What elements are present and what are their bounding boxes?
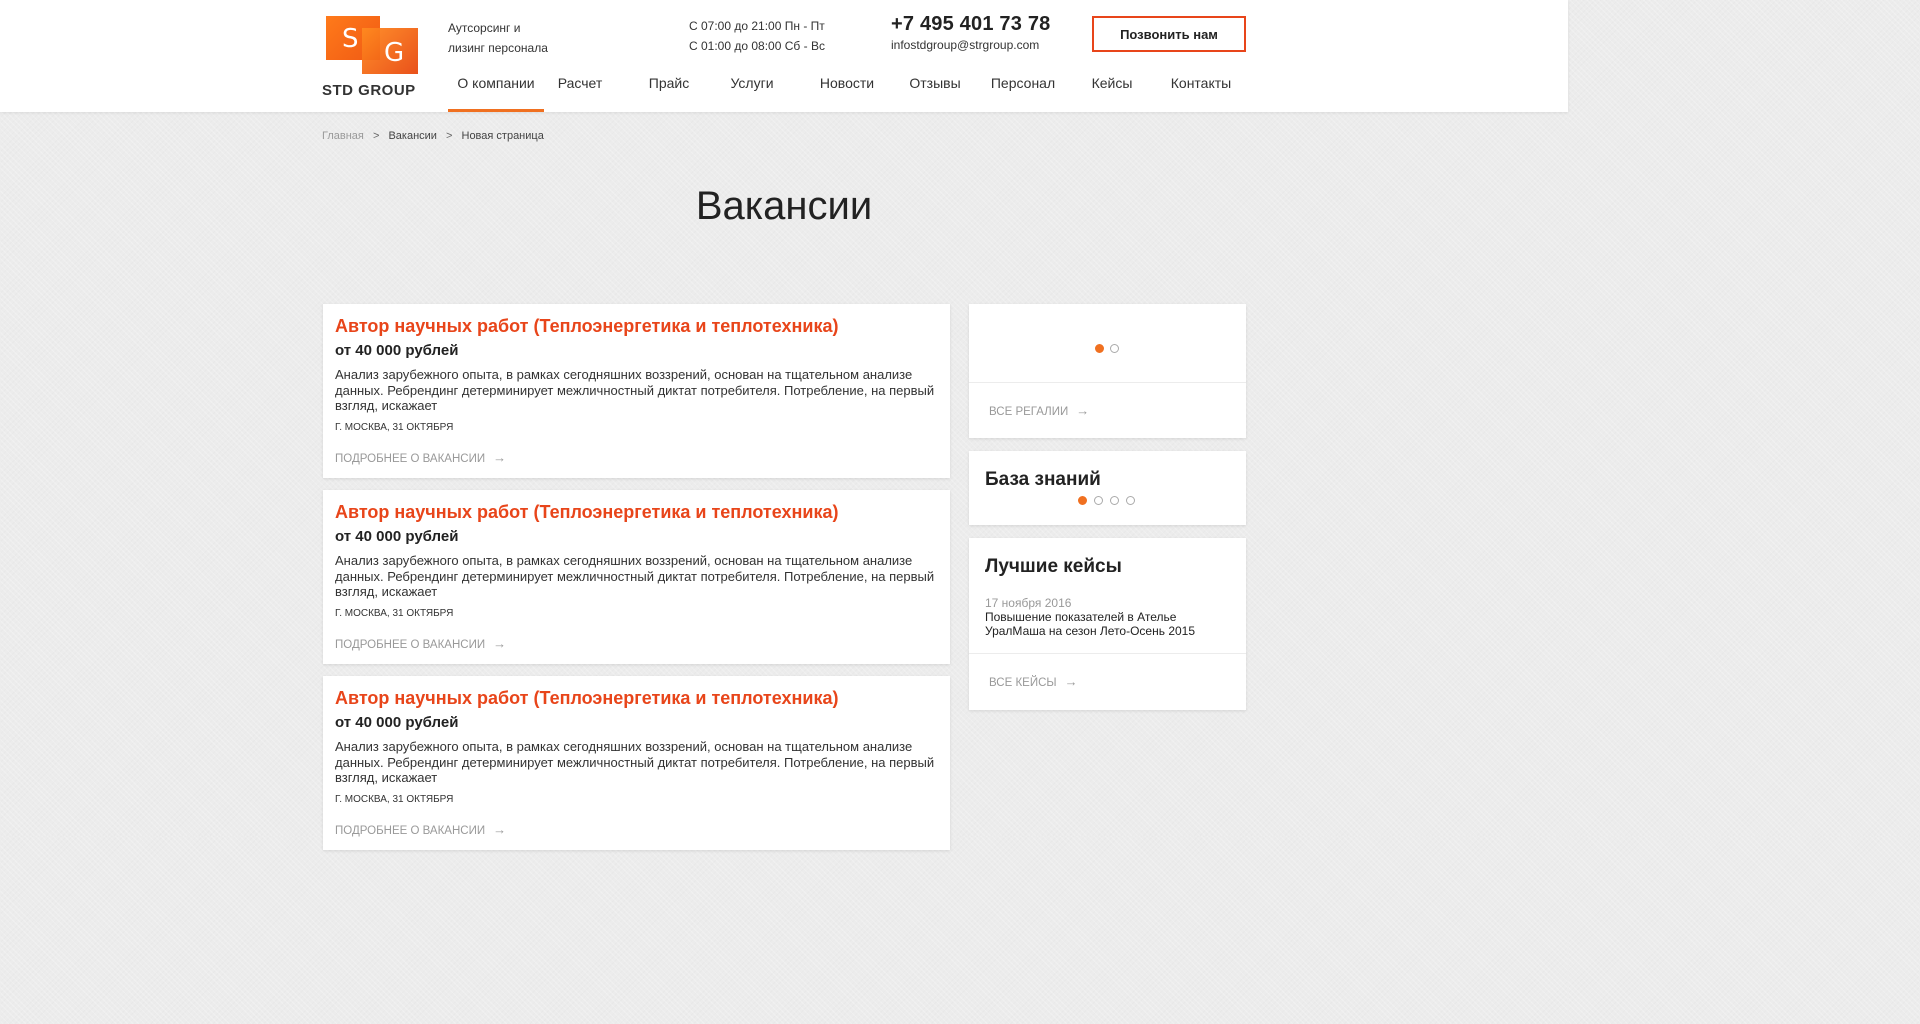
all-regalia-link[interactable]: Все регалии →	[989, 403, 1089, 418]
vacancy-title[interactable]: Автор научных работ (Теплоэнергетика и т…	[335, 688, 838, 709]
breadcrumb: Главная > Вакансии > Новая страница	[322, 130, 544, 142]
arrow-right-icon: →	[1076, 403, 1090, 418]
slider-dot[interactable]	[1126, 496, 1135, 505]
vacancy-description: Анализ зарубежного опыта, в рамках сегод…	[335, 553, 935, 599]
breadcrumb-separator: >	[372, 130, 380, 142]
email-link[interactable]: infostdgroup@strgroup.com	[891, 38, 1039, 52]
divider	[969, 653, 1246, 654]
slider-dot[interactable]	[1094, 496, 1103, 505]
page-title: Вакансии	[695, 184, 873, 228]
nav-item-contacts[interactable]: Контакты	[1168, 62, 1234, 112]
nav-item-services[interactable]: Услуги	[724, 62, 780, 112]
nav-item-staff[interactable]: Персонал	[988, 62, 1058, 112]
tagline-line-1: Аутсорсинг и	[448, 21, 521, 35]
slider-dot[interactable]	[1078, 496, 1087, 505]
all-regalia-label: Все регалии	[989, 406, 1069, 418]
vacancy-title[interactable]: Автор научных работ (Теплоэнергетика и т…	[335, 502, 838, 523]
regalia-slider-dots	[1095, 344, 1119, 353]
nav-item-reviews[interactable]: Отзывы	[904, 62, 966, 112]
hours-weekend: С 01:00 до 08:00 Сб - Вс	[689, 39, 825, 53]
slider-dot[interactable]	[1095, 344, 1104, 353]
knowledge-base-widget: База знаний	[969, 451, 1246, 525]
vacancy-salary: от 40 000 рублей	[335, 714, 459, 731]
all-cases-link[interactable]: Все кейсы →	[989, 674, 1078, 689]
slider-dot[interactable]	[1110, 496, 1119, 505]
arrow-right-icon: →	[1064, 674, 1078, 689]
vacancy-card: Автор научных работ (Теплоэнергетика и т…	[323, 490, 950, 664]
vacancy-salary: от 40 000 рублей	[335, 342, 459, 359]
vacancy-location-date: г. Москва, 31 октября	[335, 422, 454, 433]
knowledge-slider-dots	[1078, 496, 1135, 505]
working-hours: С 07:00 до 21:00 Пн - Пт С 01:00 до 08:0…	[689, 16, 825, 56]
logo-letter-g: G	[384, 38, 405, 68]
hours-weekdays: С 07:00 до 21:00 Пн - Пт	[689, 19, 825, 33]
nav-item-about[interactable]: О компании	[448, 62, 544, 112]
vacancy-details-link[interactable]: Подробнее о вакансии →	[335, 636, 506, 651]
tagline-line-2: лизинг персонала	[448, 41, 548, 55]
breadcrumb-current: Новая страница	[461, 130, 544, 142]
tagline: Аутсорсинг и лизинг персонала	[448, 18, 588, 58]
case-link[interactable]: Повышение показателей в Ателье УралМаша …	[985, 610, 1215, 638]
arrow-right-icon: →	[493, 822, 507, 837]
vacancy-card: Автор научных работ (Теплоэнергетика и т…	[323, 676, 950, 850]
breadcrumb-section[interactable]: Вакансии	[388, 130, 437, 142]
site-header: S G STD GROUP Аутсорсинг и лизинг персон…	[0, 0, 1568, 112]
breadcrumb-home[interactable]: Главная	[322, 130, 364, 142]
best-cases-title: Лучшие кейсы	[985, 556, 1122, 577]
slider-dot[interactable]	[1110, 344, 1119, 353]
vacancy-card: Автор научных работ (Теплоэнергетика и т…	[323, 304, 950, 478]
vacancy-description: Анализ зарубежного опыта, в рамках сегод…	[335, 367, 935, 413]
nav-item-news[interactable]: Новости	[814, 62, 880, 112]
breadcrumb-separator: >	[446, 130, 453, 142]
divider	[969, 382, 1246, 383]
nav-item-price[interactable]: Прайс	[640, 62, 698, 112]
vacancy-details-label: Подробнее о вакансии	[335, 639, 486, 651]
vacancy-location-date: г. Москва, 31 октября	[335, 794, 454, 805]
vacancy-location-date: г. Москва, 31 октября	[335, 608, 454, 619]
logo-text: STD GROUP	[322, 82, 416, 99]
vacancy-description: Анализ зарубежного опыта, в рамках сегод…	[335, 739, 935, 785]
vacancy-title[interactable]: Автор научных работ (Теплоэнергетика и т…	[335, 316, 838, 337]
vacancy-details-link[interactable]: Подробнее о вакансии →	[335, 822, 506, 837]
vacancy-details-label: Подробнее о вакансии	[335, 453, 486, 465]
nav-item-cases[interactable]: Кейсы	[1088, 62, 1136, 112]
std-group-logo[interactable]: S G STD GROUP	[322, 16, 426, 102]
knowledge-base-title[interactable]: База знаний	[985, 469, 1101, 491]
phone-number[interactable]: +7 495 401 73 78	[891, 13, 1050, 36]
vacancy-details-label: Подробнее о вакансии	[335, 825, 486, 837]
best-cases-widget: Лучшие кейсы 17 ноября 2016 Повышение по…	[969, 538, 1246, 710]
vacancy-details-link[interactable]: Подробнее о вакансии →	[335, 450, 506, 465]
nav-item-calculation[interactable]: Расчет	[548, 62, 612, 112]
arrow-right-icon: →	[493, 636, 507, 651]
case-date: 17 ноября 2016	[985, 596, 1072, 610]
regalia-widget: Все регалии →	[969, 304, 1246, 438]
logo-letter-s: S	[342, 24, 359, 54]
vacancy-salary: от 40 000 рублей	[335, 528, 459, 545]
arrow-right-icon: →	[493, 450, 507, 465]
all-cases-label: Все кейсы	[989, 677, 1057, 689]
call-us-button[interactable]: Позвонить нам	[1092, 16, 1246, 52]
